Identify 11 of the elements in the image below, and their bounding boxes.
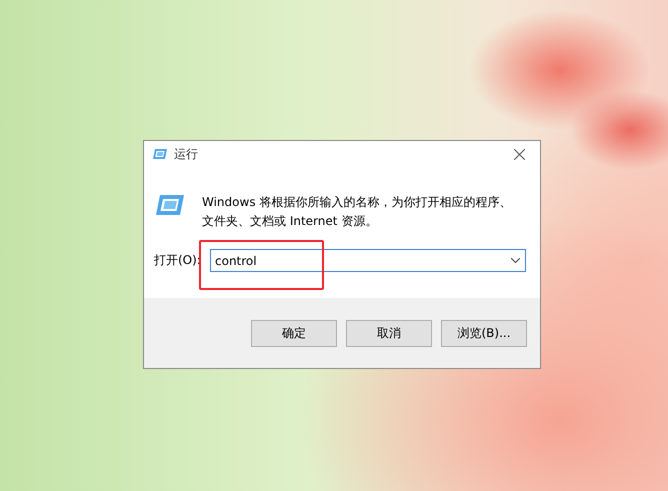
command-input-field[interactable]: control (210, 249, 526, 272)
description-text: Windows 将根据你所输入的名称，为你打开相应的程序、文件夹、文档或 Internet 资源。 (202, 194, 512, 230)
window-title: 运行 (174, 146, 199, 162)
dialog-button[interactable]: 浏览(B)... (441, 320, 527, 346)
dialog-button[interactable]: 确定 (251, 320, 337, 346)
open-label: 打开(O): (154, 252, 202, 269)
dialog-button[interactable]: 取消 (346, 320, 432, 346)
run-icon (154, 193, 186, 217)
close-icon (514, 148, 524, 160)
dropdown-caret-icon (511, 258, 520, 263)
run-icon (152, 148, 168, 160)
